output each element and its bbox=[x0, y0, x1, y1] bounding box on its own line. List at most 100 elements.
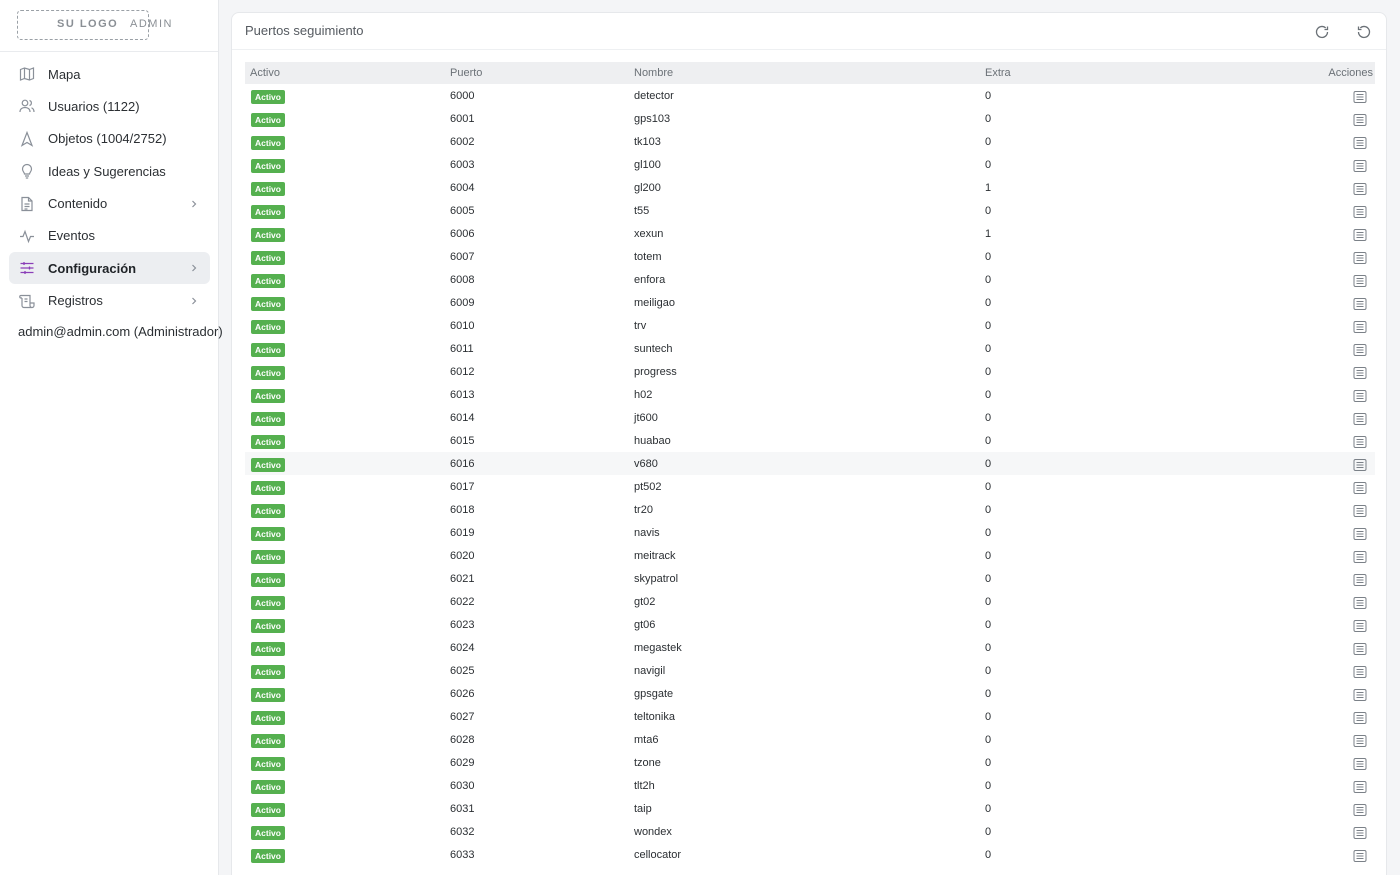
sidebar-nav: Mapa Usuarios (1122) Objetos (1004/2752)… bbox=[0, 58, 219, 317]
details-icon[interactable] bbox=[1353, 734, 1367, 748]
status-badge: Activo bbox=[251, 113, 285, 127]
table-row[interactable]: Activo 6029 tzone 0 bbox=[245, 751, 1375, 774]
cell-puerto: 6016 bbox=[450, 458, 475, 470]
sidebar-item-contenido[interactable]: Contenido bbox=[9, 188, 210, 220]
details-icon[interactable] bbox=[1353, 550, 1367, 564]
table-row[interactable]: Activo 6006 xexun 1 bbox=[245, 222, 1375, 245]
details-icon[interactable] bbox=[1353, 320, 1367, 334]
table-row[interactable]: Activo 6015 huabao 0 bbox=[245, 429, 1375, 452]
table-row[interactable]: Activo 6018 tr20 0 bbox=[245, 498, 1375, 521]
table-row[interactable]: Activo 6020 meitrack 0 bbox=[245, 544, 1375, 567]
header-nombre[interactable]: Nombre bbox=[634, 67, 673, 79]
details-icon[interactable] bbox=[1353, 458, 1367, 472]
header-puerto[interactable]: Puerto bbox=[450, 67, 482, 79]
details-icon[interactable] bbox=[1353, 504, 1367, 518]
details-icon[interactable] bbox=[1353, 343, 1367, 357]
details-icon[interactable] bbox=[1353, 527, 1367, 541]
cell-puerto: 6004 bbox=[450, 182, 475, 194]
table-row[interactable]: Activo 6008 enfora 0 bbox=[245, 268, 1375, 291]
table-row[interactable]: Activo 6032 wondex 0 bbox=[245, 820, 1375, 843]
details-icon[interactable] bbox=[1353, 803, 1367, 817]
table-row[interactable]: Activo 6007 totem 0 bbox=[245, 245, 1375, 268]
details-icon[interactable] bbox=[1353, 412, 1367, 426]
table-row[interactable]: Activo 6003 gl100 0 bbox=[245, 153, 1375, 176]
table-row[interactable]: Activo 6023 gt06 0 bbox=[245, 613, 1375, 636]
table-row[interactable]: Activo 6009 meiligao 0 bbox=[245, 291, 1375, 314]
sidebar-item-configuracion[interactable]: Configuración bbox=[9, 252, 210, 285]
details-icon[interactable] bbox=[1353, 596, 1367, 610]
table-row[interactable]: Activo 6022 gt02 0 bbox=[245, 590, 1375, 613]
header-activo[interactable]: Activo bbox=[250, 67, 280, 79]
sidebar-item-eventos[interactable]: Eventos bbox=[9, 220, 210, 252]
details-icon[interactable] bbox=[1353, 757, 1367, 771]
details-icon[interactable] bbox=[1353, 274, 1367, 288]
details-icon[interactable] bbox=[1353, 205, 1367, 219]
table-row[interactable]: Activo 6026 gpsgate 0 bbox=[245, 682, 1375, 705]
table-row[interactable]: Activo 6011 suntech 0 bbox=[245, 337, 1375, 360]
details-icon[interactable] bbox=[1353, 849, 1367, 863]
details-icon[interactable] bbox=[1353, 435, 1367, 449]
details-icon[interactable] bbox=[1353, 159, 1367, 173]
sidebar-item-label: Configuración bbox=[48, 260, 137, 276]
cell-extra: 0 bbox=[985, 757, 992, 769]
table-row[interactable]: Activo 6030 tlt2h 0 bbox=[245, 774, 1375, 797]
details-icon[interactable] bbox=[1353, 619, 1367, 633]
details-icon[interactable] bbox=[1353, 113, 1367, 127]
cell-nombre: taip bbox=[634, 803, 652, 815]
details-icon[interactable] bbox=[1353, 688, 1367, 702]
table-row[interactable]: Activo 6002 tk103 0 bbox=[245, 130, 1375, 153]
details-icon[interactable] bbox=[1353, 642, 1367, 656]
details-icon[interactable] bbox=[1353, 711, 1367, 725]
details-icon[interactable] bbox=[1353, 481, 1367, 495]
cell-nombre: v680 bbox=[634, 458, 658, 470]
cell-extra: 0 bbox=[985, 688, 992, 700]
table-row[interactable]: Activo 6012 progress 0 bbox=[245, 360, 1375, 383]
sidebar-item-usuarios[interactable]: Usuarios (1122) bbox=[9, 90, 210, 122]
table-row[interactable]: Activo 6014 jt600 0 bbox=[245, 406, 1375, 429]
table-row[interactable]: Activo 6013 h02 0 bbox=[245, 383, 1375, 406]
cell-nombre: tr20 bbox=[634, 504, 653, 516]
table-row[interactable]: Activo 6016 v680 0 bbox=[245, 452, 1375, 475]
sidebar-item-mapa[interactable]: Mapa bbox=[9, 58, 210, 90]
details-icon[interactable] bbox=[1353, 826, 1367, 840]
table-row[interactable]: Activo 6004 gl200 1 bbox=[245, 176, 1375, 199]
table-row[interactable]: Activo 6025 navigil 0 bbox=[245, 659, 1375, 682]
details-icon[interactable] bbox=[1353, 665, 1367, 679]
header-extra[interactable]: Extra bbox=[985, 67, 1011, 79]
cell-extra: 0 bbox=[985, 849, 992, 861]
sidebar-item-objetos[interactable]: Objetos (1004/2752) bbox=[9, 123, 210, 155]
table-row[interactable]: Activo 6027 teltonika 0 bbox=[245, 705, 1375, 728]
details-icon[interactable] bbox=[1353, 297, 1367, 311]
cell-extra: 0 bbox=[985, 711, 992, 723]
sidebar-item-registros[interactable]: Registros bbox=[9, 285, 210, 317]
cell-puerto: 6005 bbox=[450, 205, 475, 217]
table-row[interactable]: Activo 6024 megastek 0 bbox=[245, 636, 1375, 659]
table-row[interactable]: Activo 6005 t55 0 bbox=[245, 199, 1375, 222]
table-row[interactable]: Activo 6010 trv 0 bbox=[245, 314, 1375, 337]
chevron-right-icon bbox=[189, 198, 199, 210]
status-badge: Activo bbox=[251, 527, 285, 541]
reset-button[interactable] bbox=[1356, 24, 1372, 40]
table-row[interactable]: Activo 6019 navis 0 bbox=[245, 521, 1375, 544]
cell-nombre: suntech bbox=[634, 343, 673, 355]
table-row[interactable]: Activo 6017 pt502 0 bbox=[245, 475, 1375, 498]
table-row[interactable]: Activo 6000 detector 0 bbox=[245, 84, 1375, 107]
details-icon[interactable] bbox=[1353, 366, 1367, 380]
table-row[interactable]: Activo 6001 gps103 0 bbox=[245, 107, 1375, 130]
table-row[interactable]: Activo 6028 mta6 0 bbox=[245, 728, 1375, 751]
details-icon[interactable] bbox=[1353, 228, 1367, 242]
table-row[interactable]: Activo 6021 skypatrol 0 bbox=[245, 567, 1375, 590]
details-icon[interactable] bbox=[1353, 182, 1367, 196]
refresh-button[interactable] bbox=[1314, 24, 1330, 40]
table-row[interactable]: Activo 6033 cellocator 0 bbox=[245, 843, 1375, 866]
status-badge: Activo bbox=[251, 734, 285, 748]
details-icon[interactable] bbox=[1353, 780, 1367, 794]
details-icon[interactable] bbox=[1353, 573, 1367, 587]
details-icon[interactable] bbox=[1353, 90, 1367, 104]
current-user[interactable]: admin@admin.com (Administrador) bbox=[18, 324, 223, 339]
details-icon[interactable] bbox=[1353, 251, 1367, 265]
table-row[interactable]: Activo 6031 taip 0 bbox=[245, 797, 1375, 820]
sidebar-item-ideas[interactable]: Ideas y Sugerencias bbox=[9, 155, 210, 187]
details-icon[interactable] bbox=[1353, 389, 1367, 403]
details-icon[interactable] bbox=[1353, 136, 1367, 150]
